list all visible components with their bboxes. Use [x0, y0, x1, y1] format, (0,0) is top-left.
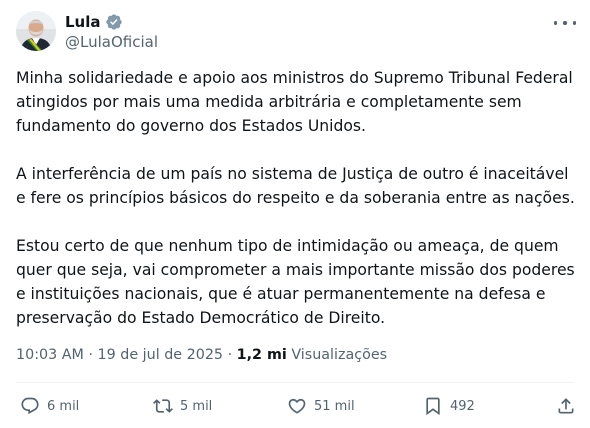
- author-name[interactable]: Lula: [65, 12, 123, 32]
- tweet-date[interactable]: 19 de jul de 2025: [98, 347, 224, 363]
- author-display-name[interactable]: Lula: [65, 12, 101, 32]
- repost-count: 5 mil: [180, 398, 213, 414]
- tweet-text: Minha solidariedade e apoio aos ministro…: [16, 66, 578, 354]
- share-button[interactable]: [556, 396, 576, 416]
- reply-button[interactable]: 6 mil: [20, 396, 79, 416]
- action-bar: 6 mil 5 mil 51 mil 492: [0, 392, 590, 426]
- meta-separator: ·: [227, 347, 233, 363]
- verified-badge-icon[interactable]: [105, 13, 123, 31]
- tweet-paragraph: Minha solidariedade e apoio aos ministro…: [16, 69, 573, 135]
- divider: [16, 382, 574, 383]
- dot: [572, 21, 576, 25]
- tweet-card: Lula @LulaOficial Minha solidariedade e …: [0, 0, 590, 428]
- bookmark-count: 492: [450, 398, 475, 414]
- meta-separator: ·: [88, 347, 93, 363]
- repost-icon: [153, 396, 173, 416]
- like-button[interactable]: 51 mil: [287, 396, 355, 416]
- like-count: 51 mil: [314, 398, 355, 414]
- views-count: 1,2 mi: [236, 347, 287, 363]
- reply-count: 6 mil: [47, 398, 80, 414]
- bookmark-button[interactable]: 492: [423, 396, 475, 416]
- dot: [554, 21, 558, 25]
- bookmark-icon: [423, 396, 443, 416]
- repost-button[interactable]: 5 mil: [153, 396, 212, 416]
- more-options-icon[interactable]: [554, 14, 576, 32]
- share-icon: [556, 396, 576, 416]
- avatar[interactable]: [16, 11, 56, 51]
- views-label: Visualizações: [291, 347, 388, 363]
- tweet-meta: 10:03 AM · 19 de jul de 2025 · 1,2 mi Vi…: [16, 345, 387, 365]
- author-handle[interactable]: @LulaOficial: [65, 32, 158, 52]
- tweet-paragraph: A interferência de um país no sistema de…: [16, 165, 575, 207]
- tweet-paragraph: Estou certo de que nenhum tipo de intimi…: [16, 237, 575, 327]
- reply-icon: [20, 396, 40, 416]
- tweet-time[interactable]: 10:03 AM: [16, 347, 84, 363]
- heart-icon: [287, 396, 307, 416]
- dot: [563, 21, 567, 25]
